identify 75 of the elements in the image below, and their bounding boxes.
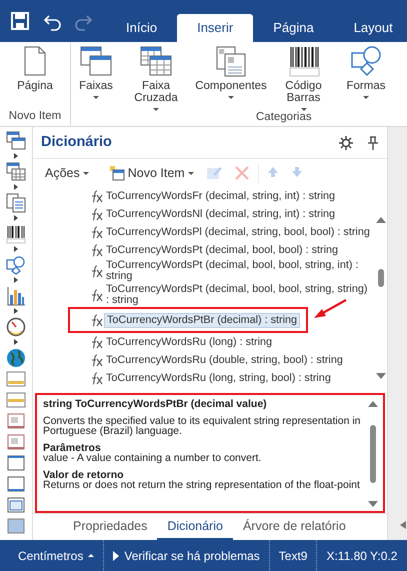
band-icon[interactable] — [6, 390, 26, 410]
window-icon[interactable] — [6, 495, 26, 515]
ribbon-tab[interactable]: Inserir — [177, 14, 254, 42]
function-item[interactable]: ToCurrencyWordsNl (decimal, string, int) : string — [104, 208, 337, 220]
scrollbar-thumb[interactable] — [370, 425, 376, 483]
shapes-icon[interactable] — [6, 255, 26, 275]
group-label: Novo Item — [8, 110, 62, 124]
ribbon-tab[interactable]: Layout — [334, 14, 407, 42]
documents-icon — [215, 45, 247, 77]
function-item[interactable]: ToCurrencyWordsPt (decimal, bool, bool, string, int) : string — [104, 259, 375, 283]
status-text: Text9 — [270, 540, 318, 571]
documents-button[interactable]: Componentes — [191, 42, 271, 111]
new-item-dropdown[interactable]: Novo Item — [104, 162, 198, 184]
edit-icon — [206, 165, 222, 181]
returns-text: Returns or does not return the string representation of the float-point — [43, 480, 361, 490]
new-item-icon — [108, 165, 125, 181]
text-box-icon[interactable] — [6, 411, 26, 431]
panel-tab[interactable]: Árvore de relatório — [232, 514, 356, 540]
barcode-icon — [288, 45, 320, 77]
shapes-icon — [350, 45, 382, 77]
scroll-left-icon[interactable] — [399, 520, 407, 530]
ribbon-tab[interactable]: Início — [106, 14, 178, 42]
expand-arrow-icon[interactable] — [14, 215, 18, 221]
barcode-icon[interactable] — [6, 224, 26, 244]
function-item[interactable]: ToCurrencyWordsPl (decimal, string, bool, bool) : string — [104, 226, 372, 238]
check-problems-button[interactable]: Verificar se há problemas — [104, 540, 270, 571]
page-button[interactable]: Página — [0, 42, 70, 110]
band-icon[interactable] — [6, 369, 26, 389]
status-text: X:11.80 Y:0.2 — [325, 548, 398, 564]
expand-arrow-icon[interactable] — [14, 246, 18, 252]
band-windows-icon — [80, 45, 112, 77]
text-box-icon[interactable] — [6, 432, 26, 452]
scrollbar-thumb[interactable] — [378, 269, 384, 287]
arrow-icon — [312, 299, 348, 319]
ribbon-tab[interactable]: Página — [253, 14, 334, 42]
function-item[interactable]: ToCurrencyWordsRu (long, string, bool) : string — [104, 372, 333, 384]
settings-icon[interactable] — [339, 136, 353, 150]
shapes-button[interactable]: Formas — [336, 42, 396, 111]
section-heading: Parâmetros — [43, 442, 101, 453]
function-item[interactable]: ToCurrencyWordsFr (decimal, string, int) : string — [104, 190, 337, 202]
pin-icon[interactable] — [367, 136, 379, 150]
band-windows-button[interactable]: Faixas — [71, 42, 121, 111]
units-dropdown[interactable]: Centímetros — [0, 540, 104, 571]
documents-icon[interactable] — [6, 193, 26, 213]
signature-text: string ToCurrencyWordsPtBr (decimal value) — [43, 399, 268, 410]
scroll-up-icon[interactable] — [368, 401, 378, 407]
save-button[interactable] — [10, 10, 30, 32]
function-item[interactable]: ToCurrencyWordsPt (decimal, bool, bool) : string — [104, 244, 340, 256]
function-item[interactable]: ToCurrencyWordsRu (long) : string — [104, 336, 274, 348]
table-windows-icon — [140, 45, 172, 77]
bar-chart-icon[interactable] — [6, 286, 26, 306]
function-item[interactable]: ToCurrencyWordsPt (decimal, bool, bool, string, string) : string — [104, 283, 375, 307]
window-icon[interactable] — [6, 474, 26, 494]
section-heading: Valor de retorno — [43, 470, 125, 480]
table-windows-icon[interactable] — [6, 162, 26, 182]
table-windows-button[interactable]: Faixa Cruzada — [121, 42, 191, 111]
actions-dropdown[interactable]: Ações — [41, 162, 93, 184]
window-icon[interactable] — [6, 453, 26, 473]
group-label: Categorias — [256, 111, 312, 125]
panel-icon[interactable] — [6, 516, 26, 536]
scroll-down-icon[interactable] — [368, 501, 378, 507]
panel-title: Dicionário — [41, 132, 112, 152]
delete-icon — [234, 165, 250, 181]
expand-arrow-icon[interactable] — [14, 277, 18, 283]
gauge-icon[interactable] — [6, 317, 26, 337]
expand-arrow-icon[interactable] — [14, 339, 18, 345]
panel-tab[interactable]: Propriedades — [63, 514, 158, 540]
summary-text: Converts the specified value to its equivalent string representation in Portuguese (Brazil) language. — [43, 416, 361, 436]
parameter-text: value - A value containing a number to convert. — [43, 453, 262, 464]
barcode-button[interactable]: Código Barras — [271, 42, 336, 111]
globe-icon[interactable] — [6, 348, 26, 368]
band-windows-icon[interactable] — [6, 131, 26, 151]
expand-arrow-icon[interactable] — [14, 308, 18, 314]
function-item[interactable]: ToCurrencyWordsPtBr (decimal) : string — [104, 312, 300, 328]
function-item[interactable]: ToCurrencyWordsRu (double, string, bool) : string — [104, 354, 345, 366]
